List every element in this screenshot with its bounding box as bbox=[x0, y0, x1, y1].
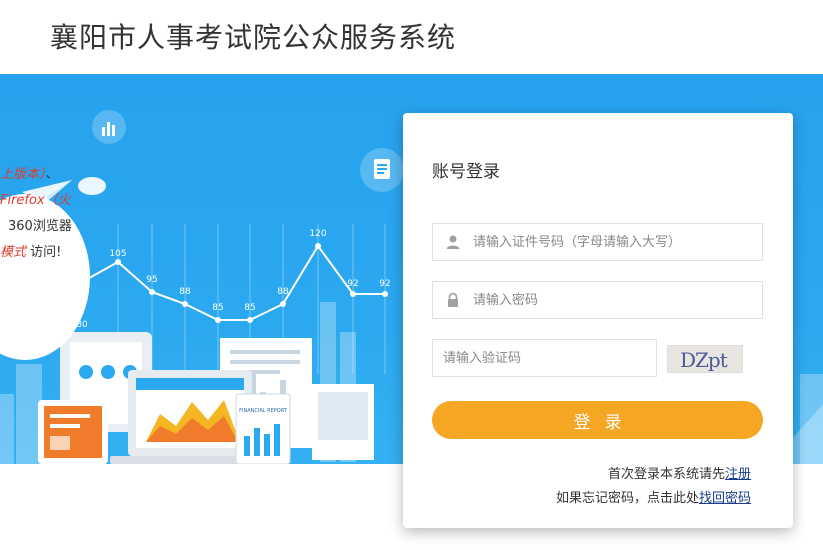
notice-line: 模式 访问! bbox=[0, 245, 62, 260]
chart-label: 85 bbox=[212, 303, 223, 313]
forgot-password-link[interactable]: 找回密码 bbox=[699, 491, 751, 506]
password-field bbox=[432, 281, 763, 319]
login-card: 账号登录 DZpt 登录 首次登录本系统请先注册 如果忘记密码， bbox=[403, 113, 793, 528]
user-icon bbox=[446, 235, 460, 249]
bar-chart-icon bbox=[92, 110, 126, 144]
browser-notice-text: 上版本）、 Firefox（火 360浏览器 模式 访问! bbox=[0, 162, 72, 266]
login-button[interactable]: 登录 bbox=[432, 401, 763, 439]
captcha-image[interactable]: DZpt bbox=[667, 345, 743, 373]
lock-icon bbox=[448, 292, 458, 307]
id-number-field bbox=[432, 223, 763, 261]
notice-line: 360浏览器 bbox=[8, 219, 72, 234]
chart-label: 92 bbox=[379, 279, 390, 289]
document-icon bbox=[360, 148, 404, 192]
chart-label: 88 bbox=[179, 287, 191, 297]
captcha-input[interactable] bbox=[443, 340, 648, 376]
captcha-text: DZpt bbox=[680, 348, 728, 372]
notice-line: Firefox（火 bbox=[0, 193, 71, 208]
login-title: 账号登录 bbox=[432, 162, 500, 182]
chart-label: 88 bbox=[277, 287, 289, 297]
header: 襄阳市人事考试院公众服务系统 bbox=[0, 0, 823, 74]
chart-label: 120 bbox=[309, 229, 326, 239]
forgot-prefix: 如果忘记密码，点击此处 bbox=[555, 491, 699, 506]
id-number-input[interactable] bbox=[473, 224, 753, 260]
chart-label: 95 bbox=[146, 275, 157, 285]
register-link[interactable]: 注册 bbox=[725, 467, 751, 482]
register-prefix: 首次登录本系统请先 bbox=[607, 467, 725, 482]
chart-label: 105 bbox=[109, 249, 126, 259]
forgot-password-line: 如果忘记密码，点击此处找回密码 bbox=[556, 487, 751, 506]
page: 襄阳市人事考试院公众服务系统 105 95 88 85 85 88 120 92… bbox=[0, 0, 823, 550]
chart-line bbox=[81, 244, 385, 321]
chart-label: 85 bbox=[244, 303, 255, 313]
site-title: 襄阳市人事考试院公众服务系统 bbox=[50, 21, 457, 54]
password-input[interactable] bbox=[473, 282, 753, 318]
report-label: FINANCIAL REPORT bbox=[239, 408, 288, 414]
captcha-field bbox=[432, 339, 657, 377]
chart-label: 92 bbox=[347, 279, 358, 289]
register-line: 首次登录本系统请先注册 bbox=[608, 463, 751, 482]
notice-line: 上版本）、 bbox=[0, 167, 59, 182]
